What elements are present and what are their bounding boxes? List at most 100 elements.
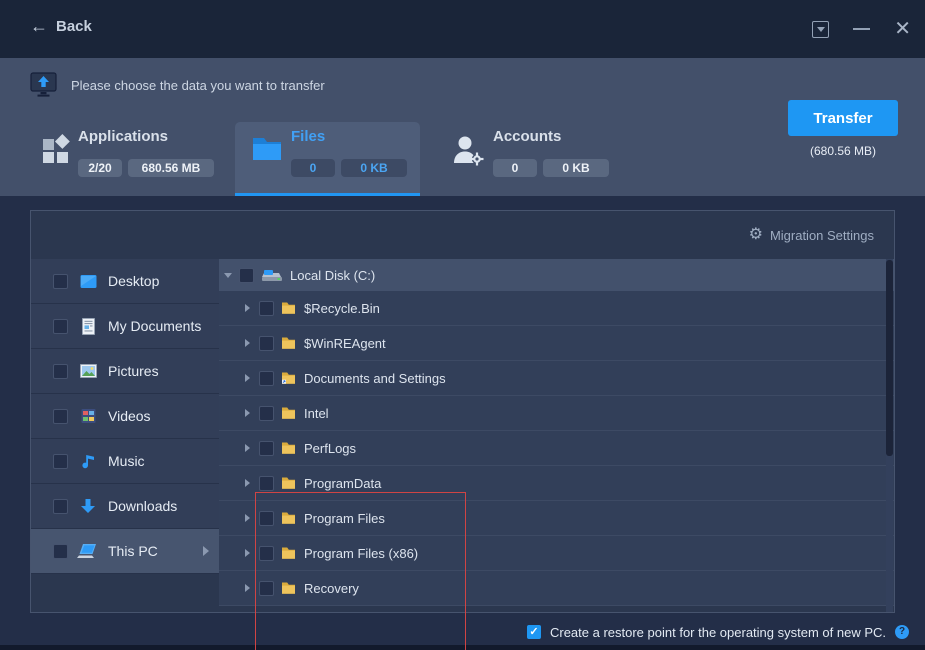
sidebar-item-desktop[interactable]: Desktop xyxy=(31,259,219,304)
tree-row-perflogs[interactable]: PerfLogs xyxy=(219,431,894,466)
transfer-monitor-icon xyxy=(30,72,57,98)
expander-down-icon[interactable] xyxy=(224,273,232,278)
sidebar-item-videos[interactable]: Videos xyxy=(31,394,219,439)
tree-row-intel[interactable]: Intel xyxy=(219,396,894,431)
expander-right-icon[interactable] xyxy=(245,584,250,592)
minimize-icon[interactable] xyxy=(853,28,870,30)
checkbox[interactable] xyxy=(259,441,274,456)
tab-accounts-size: 0 KB xyxy=(543,159,609,177)
folder-icon xyxy=(280,475,297,492)
back-arrow-icon: ← xyxy=(30,17,48,35)
header-message: Please choose the data you want to trans… xyxy=(30,72,325,98)
tree-row-program-files-x86[interactable]: Program Files (x86) xyxy=(219,536,894,571)
checkbox[interactable] xyxy=(53,499,68,514)
tab-applications[interactable]: Applications 2/20 680.56 MB xyxy=(30,122,230,196)
sidebar-item-label: Desktop xyxy=(108,273,159,289)
blue-folder-icon xyxy=(250,132,284,166)
sidebar-item-my-documents[interactable]: My Documents xyxy=(31,304,219,349)
folder-shortcut-icon xyxy=(280,370,297,387)
expander-right-icon[interactable] xyxy=(245,444,250,452)
help-icon[interactable]: ? xyxy=(895,625,909,639)
checkbox[interactable] xyxy=(259,406,274,421)
bottom-strip xyxy=(0,645,925,650)
tree-row-program-files[interactable]: Program Files xyxy=(219,501,894,536)
expander-right-icon[interactable] xyxy=(245,374,250,382)
sidebar-item-this-pc[interactable]: This PC xyxy=(31,529,219,574)
checkbox[interactable] xyxy=(259,546,274,561)
tree-root-local-disk-c[interactable]: Local Disk (C:) xyxy=(219,259,894,291)
expander-right-icon[interactable] xyxy=(245,514,250,522)
checkbox[interactable] xyxy=(239,268,254,283)
checkbox[interactable] xyxy=(259,301,274,316)
sidebar-item-music[interactable]: Music xyxy=(31,439,219,484)
tree-row-recycle-bin[interactable]: $Recycle.Bin xyxy=(219,291,894,326)
checkbox[interactable] xyxy=(53,319,68,334)
checkbox[interactable] xyxy=(53,409,68,424)
scrollbar-thumb[interactable] xyxy=(886,260,893,456)
sidebar-item-downloads[interactable]: Downloads xyxy=(31,484,219,529)
tree-row-label: ProgramData xyxy=(304,476,381,491)
close-icon[interactable]: ✕ xyxy=(894,19,911,39)
scrollbar[interactable] xyxy=(886,259,893,612)
content-box: ⚙ Migration Settings Desktop My Documents… xyxy=(30,210,895,613)
tree-row-label: Program Files (x86) xyxy=(304,546,418,561)
sidebar-item-label: Pictures xyxy=(108,363,159,379)
tab-files-label: Files xyxy=(291,128,325,145)
migration-settings-button[interactable]: Migration Settings xyxy=(770,228,874,243)
transfer-button[interactable]: Transfer xyxy=(788,100,898,136)
tree-root-label: Local Disk (C:) xyxy=(290,268,375,283)
checkbox[interactable] xyxy=(53,454,68,469)
folder-icon xyxy=(280,440,297,457)
expander-right-icon[interactable] xyxy=(245,339,250,347)
folder-icon xyxy=(280,545,297,562)
desktop-icon xyxy=(77,273,99,290)
tab-accounts[interactable]: Accounts 0 0 KB xyxy=(445,122,640,196)
folder-icon xyxy=(280,405,297,422)
checkbox[interactable] xyxy=(53,364,68,379)
dropdown-menu-icon[interactable] xyxy=(812,21,829,38)
apps-grid-icon xyxy=(40,134,72,166)
sidebar: Desktop My Documents Pictures Videos Music Do… xyxy=(31,259,219,612)
videos-icon xyxy=(77,408,99,425)
tab-files[interactable]: Files 0 0 KB xyxy=(235,122,420,196)
tree-rows: $Recycle.Bin $WinREAgent Documents and Set… xyxy=(219,291,894,606)
header-band: Please choose the data you want to trans… xyxy=(0,58,925,196)
sidebar-item-label: Music xyxy=(108,453,145,469)
tab-files-size: 0 KB xyxy=(341,159,407,177)
folder-icon xyxy=(280,335,297,352)
expander-right-icon[interactable] xyxy=(245,479,250,487)
checkbox[interactable] xyxy=(259,371,274,386)
tree-row-label: Documents and Settings xyxy=(304,371,446,386)
tree-row-winreagent[interactable]: $WinREAgent xyxy=(219,326,894,361)
checkbox[interactable] xyxy=(259,476,274,491)
folder-icon xyxy=(280,300,297,317)
titlebar: ← Back ✕ xyxy=(0,0,925,58)
tree-row-documents-and-settings[interactable]: Documents and Settings xyxy=(219,361,894,396)
checkbox[interactable] xyxy=(259,511,274,526)
tab-applications-size: 680.56 MB xyxy=(128,159,214,177)
restore-point-checkbox[interactable]: ✓ xyxy=(527,625,541,639)
tree-row-label: $WinREAgent xyxy=(304,336,386,351)
checkbox[interactable] xyxy=(53,544,68,559)
checkbox[interactable] xyxy=(259,336,274,351)
this-pc-icon xyxy=(77,543,99,560)
back-label: Back xyxy=(56,18,92,35)
checkbox[interactable] xyxy=(53,274,68,289)
expander-right-icon[interactable] xyxy=(245,549,250,557)
tab-accounts-count: 0 xyxy=(493,159,537,177)
back-button[interactable]: ← Back xyxy=(30,17,92,35)
gear-icon: ⚙ xyxy=(749,227,763,243)
tree-row-programdata[interactable]: ProgramData xyxy=(219,466,894,501)
expander-right-icon[interactable] xyxy=(245,409,250,417)
expander-right-icon[interactable] xyxy=(245,304,250,312)
footer-bar: ✓ Create a restore point for the operati… xyxy=(0,619,925,645)
tree-row-recovery[interactable]: Recovery xyxy=(219,571,894,606)
disk-icon xyxy=(261,267,282,284)
checkbox[interactable] xyxy=(259,581,274,596)
documents-icon xyxy=(77,318,99,335)
tree-row-label: PerfLogs xyxy=(304,441,356,456)
user-gear-icon xyxy=(451,134,485,166)
sidebar-item-pictures[interactable]: Pictures xyxy=(31,349,219,394)
folder-tree: Local Disk (C:) $Recycle.Bin $WinREAgent D… xyxy=(219,259,894,612)
folder-icon xyxy=(280,510,297,527)
